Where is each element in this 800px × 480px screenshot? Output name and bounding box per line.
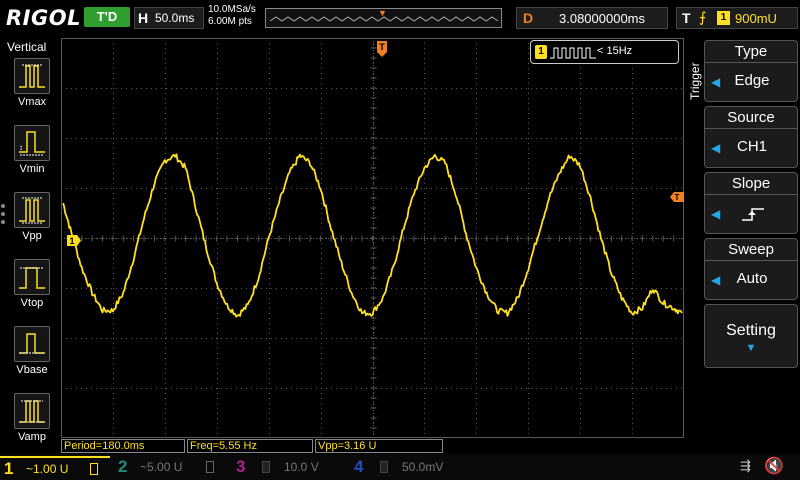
counter-value: < 15Hz <box>597 45 633 57</box>
measure-label: Vbase <box>16 364 48 376</box>
sweep-value: Auto <box>736 270 768 287</box>
svg-text:↕: ↕ <box>19 143 23 152</box>
pulse-train-icon <box>550 47 596 59</box>
measurement-panel: Vertical Vmax ↕ Vmin Vpp Vtop Vbase Vamp <box>0 38 60 454</box>
frequency-counter[interactable]: 1 < 15Hz <box>530 40 679 64</box>
waveform-plot[interactable]: T 1 T <box>61 38 684 438</box>
menu-slope-head: Slope <box>705 173 797 195</box>
chevron-down-icon: ▼ <box>745 342 757 354</box>
vmax-icon <box>14 58 50 94</box>
graticule <box>61 38 684 438</box>
measure-label: Vamp <box>18 431 46 443</box>
vpp-icon <box>14 192 50 228</box>
trigger-delay-readout[interactable]: D 3.08000000ms <box>516 7 668 29</box>
horizontal-timebase[interactable]: H 50.0ms <box>134 7 204 29</box>
measure-vpp[interactable]: Vpp <box>14 192 50 244</box>
channel-number: 3 <box>236 457 246 476</box>
rising-edge-icon <box>742 208 764 221</box>
channel-number: 2 <box>118 457 128 476</box>
timebase-value: 50.0ms <box>155 11 195 25</box>
trigger-type-value: Edge <box>734 72 770 89</box>
vmin-icon: ↕ <box>14 125 50 161</box>
channel-scale: ~1.00 U <box>26 462 69 476</box>
measure-vamp[interactable]: Vamp <box>14 393 50 445</box>
trigger-menu-label: Trigger <box>688 62 702 100</box>
measure-vbase[interactable]: Vbase <box>14 326 50 378</box>
channel-scale: 50.0mV <box>402 460 444 474</box>
delay-value: 3.08000000ms <box>559 11 646 26</box>
measurement-vpp[interactable]: Vpp=3.16 U <box>315 439 443 453</box>
menu-type[interactable]: Type ◀ Edge <box>704 40 798 102</box>
channel-1-tab[interactable]: 1 ~1.00 U <box>0 456 110 478</box>
sampling-info: 10.0MSa/s 6.00M pts <box>208 4 256 28</box>
trigger-source-value: CH1 <box>736 138 767 155</box>
measure-label: Vtop <box>20 297 44 309</box>
trigger-level-value: 900mU <box>735 11 777 26</box>
trigger-position-marker: ▼ <box>378 8 387 18</box>
measurement-category[interactable]: Vertical <box>7 40 46 54</box>
vtop-icon <box>14 259 50 295</box>
channel-scale: 10.0 V <box>284 460 319 474</box>
trigger-marker-letter: T <box>379 42 385 52</box>
sample-rate: 10.0MSa/s <box>208 4 256 15</box>
delay-letter: D <box>523 10 534 26</box>
menu-sweep[interactable]: Sweep ◀ Auto <box>704 238 798 300</box>
trigger-level-marker[interactable]: T <box>670 192 684 202</box>
memory-depth: 6.00M pts <box>208 16 252 27</box>
setting-label: Setting <box>726 322 776 339</box>
top-status-bar: RIGOL T'D H 50.0ms 10.0MSa/s 6.00M pts ▼… <box>0 0 800 36</box>
ch1-marker-number: 1 <box>69 236 74 246</box>
measure-label: Vmax <box>17 96 47 108</box>
trigger-readout[interactable]: T ⨍ 1 900mU <box>676 7 798 29</box>
waveform-display[interactable]: T 1 T 1 < 15Hz <box>61 38 684 438</box>
rising-edge-icon: ⨍ <box>699 9 707 25</box>
measurement-period[interactable]: Period=180.0ms <box>61 439 185 453</box>
measure-vmin[interactable]: ↕ Vmin <box>14 125 50 177</box>
menu-source-head: Source <box>705 107 797 129</box>
trigger-level-marker-letter: T <box>675 193 680 202</box>
ch1-waveform <box>62 153 683 318</box>
channel-number: 4 <box>354 457 364 476</box>
trigger-source-badge: 1 <box>717 11 730 25</box>
page-dots <box>1 204 7 228</box>
channel-4-tab[interactable]: 4 50.0mV <box>350 456 460 478</box>
channel-off-icon <box>262 461 270 473</box>
bandwidth-limit-icon <box>90 463 98 475</box>
trigger-time-marker[interactable]: T <box>377 41 387 57</box>
menu-source[interactable]: Source ◀ CH1 <box>704 106 798 168</box>
brand-logo: RIGOL <box>6 6 81 30</box>
speaker-muted-icon[interactable]: 🔇 <box>764 456 784 476</box>
measure-label: Vmin <box>19 163 45 175</box>
channel-number: 1 <box>4 459 14 478</box>
ch1-offset-marker[interactable]: 1 <box>67 235 81 246</box>
run-status-badge[interactable]: T'D <box>84 7 130 27</box>
setting-button[interactable]: Setting ▼ <box>704 304 798 368</box>
memory-position-strip: ▼ <box>265 8 502 28</box>
channel-2-tab[interactable]: 2 ~5.00 U <box>114 456 224 478</box>
channel-3-tab[interactable]: 3 10.0 V <box>232 456 342 478</box>
measurement-frequency[interactable]: Freq=5.55 Hz <box>187 439 313 453</box>
left-arrow-icon: ◀ <box>711 207 721 221</box>
bandwidth-limit-icon <box>206 461 214 473</box>
channel-bar: 1 ~1.00 U 2 ~5.00 U 3 10.0 V 4 50.0mV <box>0 454 800 480</box>
trigger-letter: T <box>682 10 691 26</box>
measure-vtop[interactable]: Vtop <box>14 259 50 311</box>
menu-type-head: Type <box>705 41 797 63</box>
horizontal-letter: H <box>138 10 149 26</box>
channel-scale: ~5.00 U <box>140 460 183 474</box>
menu-slope[interactable]: Slope ◀ <box>704 172 798 234</box>
measure-label: Vpp <box>22 230 42 242</box>
menu-sweep-head: Sweep <box>705 239 797 261</box>
measure-vmax[interactable]: Vmax <box>14 58 50 110</box>
channel-off-icon <box>380 461 388 473</box>
usb-icon: ⇶ <box>740 458 751 473</box>
vamp-icon <box>14 393 50 429</box>
counter-channel-badge: 1 <box>535 45 547 59</box>
vbase-icon <box>14 326 50 362</box>
